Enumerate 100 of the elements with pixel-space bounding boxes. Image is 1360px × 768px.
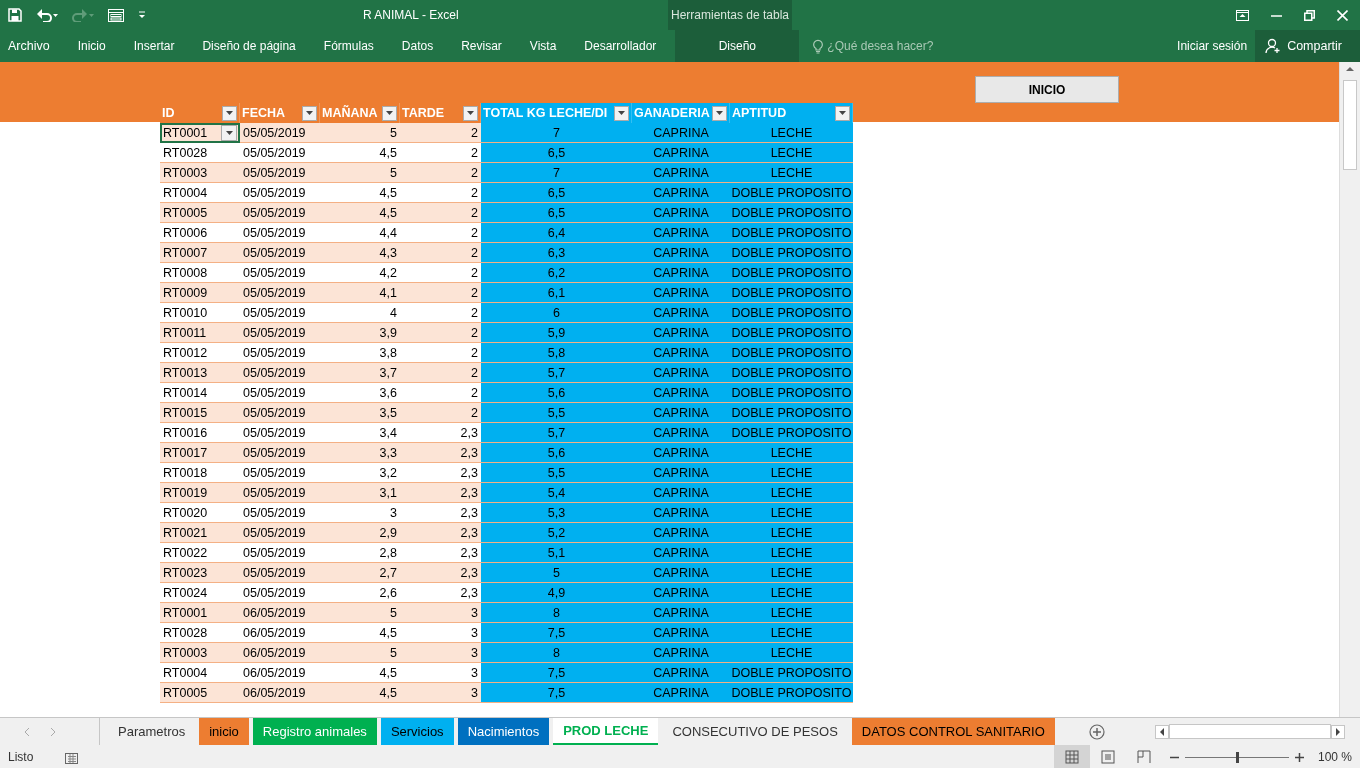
table-cell[interactable]: CAPRINA: [632, 463, 730, 483]
table-cell[interactable]: 5,7: [481, 423, 632, 443]
table-cell[interactable]: LECHE: [730, 543, 853, 563]
table-cell[interactable]: 05/05/2019: [240, 483, 320, 503]
table-cell[interactable]: CAPRINA: [632, 563, 730, 583]
table-cell[interactable]: LECHE: [730, 143, 853, 163]
horizontal-scrollbar[interactable]: [1168, 724, 1331, 739]
table-cell[interactable]: 5,6: [481, 443, 632, 463]
table-cell[interactable]: 05/05/2019: [240, 443, 320, 463]
table-cell[interactable]: 05/05/2019: [240, 403, 320, 423]
table-cell[interactable]: 6,1: [481, 283, 632, 303]
table-cell[interactable]: DOBLE PROPOSITO: [730, 363, 853, 383]
table-cell[interactable]: 3: [400, 683, 481, 703]
table-cell[interactable]: 5: [320, 643, 400, 663]
save-icon[interactable]: [8, 8, 22, 22]
table-cell[interactable]: 6,3: [481, 243, 632, 263]
table-cell[interactable]: RT0011: [160, 323, 240, 343]
table-cell[interactable]: 2,7: [320, 563, 400, 583]
customize-menu-icon[interactable]: [138, 11, 146, 19]
table-cell[interactable]: 3,1: [320, 483, 400, 503]
ribbon-tab[interactable]: Vista: [515, 30, 571, 62]
zoom-slider-thumb[interactable]: [1235, 751, 1239, 763]
form-icon[interactable]: [108, 8, 124, 22]
table-cell[interactable]: CAPRINA: [632, 323, 730, 343]
inicio-button[interactable]: INICIO: [975, 76, 1119, 103]
table-cell[interactable]: CAPRINA: [632, 383, 730, 403]
table-cell[interactable]: LECHE: [730, 583, 853, 603]
table-cell[interactable]: RT0013: [160, 363, 240, 383]
table-cell[interactable]: CAPRINA: [632, 243, 730, 263]
table-cell[interactable]: 6,5: [481, 203, 632, 223]
table-cell[interactable]: CAPRINA: [632, 143, 730, 163]
table-cell[interactable]: LECHE: [730, 163, 853, 183]
ribbon-tab[interactable]: Fórmulas: [309, 30, 388, 62]
sheet-tab[interactable]: Nacimientos: [457, 718, 550, 745]
table-cell[interactable]: DOBLE PROPOSITO: [730, 423, 853, 443]
sheet-tab[interactable]: Servicios: [380, 718, 454, 745]
table-cell[interactable]: CAPRINA: [632, 343, 730, 363]
table-cell[interactable]: RT0021: [160, 523, 240, 543]
table-cell[interactable]: CAPRINA: [632, 643, 730, 663]
table-cell[interactable]: 2: [400, 323, 481, 343]
table-cell[interactable]: 2,3: [400, 523, 481, 543]
filter-button[interactable]: [382, 105, 397, 121]
table-cell[interactable]: LECHE: [730, 503, 853, 523]
table-cell[interactable]: RT0003: [160, 643, 240, 663]
table-cell[interactable]: RT0015: [160, 403, 240, 423]
table-cell[interactable]: CAPRINA: [632, 223, 730, 243]
filter-button[interactable]: [712, 105, 727, 121]
table-cell[interactable]: 7: [481, 163, 632, 183]
table-cell[interactable]: 5: [320, 123, 400, 143]
table-cell[interactable]: 2: [400, 363, 481, 383]
table-cell[interactable]: DOBLE PROPOSITO: [730, 383, 853, 403]
table-cell[interactable]: 5,6: [481, 383, 632, 403]
table-cell[interactable]: 05/05/2019: [240, 163, 320, 183]
table-cell[interactable]: 3: [400, 643, 481, 663]
table-cell[interactable]: RT0001: [160, 603, 240, 623]
ribbon-tab[interactable]: Datos: [387, 30, 448, 62]
table-cell[interactable]: 2: [400, 203, 481, 223]
scroll-left-icon[interactable]: [1154, 724, 1169, 739]
table-cell[interactable]: RT0019: [160, 483, 240, 503]
table-cell[interactable]: 2,3: [400, 443, 481, 463]
table-cell[interactable]: CAPRINA: [632, 583, 730, 603]
table-cell[interactable]: CAPRINA: [632, 543, 730, 563]
table-cell[interactable]: 5,7: [481, 363, 632, 383]
table-cell[interactable]: CAPRINA: [632, 503, 730, 523]
sheet-tab[interactable]: inicio: [199, 718, 249, 745]
undo-icon[interactable]: [36, 8, 58, 22]
table-cell[interactable]: 05/05/2019: [240, 203, 320, 223]
table-cell[interactable]: DOBLE PROPOSITO: [730, 263, 853, 283]
table-cell[interactable]: 05/05/2019: [240, 523, 320, 543]
table-cell[interactable]: 5,5: [481, 403, 632, 423]
table-cell[interactable]: 5,9: [481, 323, 632, 343]
table-cell[interactable]: RT0017: [160, 443, 240, 463]
table-cell[interactable]: DOBLE PROPOSITO: [730, 403, 853, 423]
table-cell[interactable]: DOBLE PROPOSITO: [730, 283, 853, 303]
table-cell[interactable]: 06/05/2019: [240, 603, 320, 623]
table-cell[interactable]: 05/05/2019: [240, 563, 320, 583]
close-icon[interactable]: [1337, 9, 1348, 21]
table-cell[interactable]: RT0003: [160, 163, 240, 183]
table-cell[interactable]: LECHE: [730, 463, 853, 483]
ribbon-tab[interactable]: Insertar: [119, 30, 189, 62]
table-cell[interactable]: 5: [320, 603, 400, 623]
table-cell[interactable]: 2: [400, 243, 481, 263]
sheet-tab[interactable]: Parametros: [108, 718, 196, 745]
table-cell[interactable]: 05/05/2019: [240, 243, 320, 263]
zoom-level[interactable]: 100 %: [1317, 750, 1352, 764]
table-cell[interactable]: 2: [400, 403, 481, 423]
table-cell[interactable]: CAPRINA: [632, 183, 730, 203]
table-cell[interactable]: 5,1: [481, 543, 632, 563]
table-cell[interactable]: RT0005: [160, 683, 240, 703]
table-cell[interactable]: 3,7: [320, 363, 400, 383]
table-cell[interactable]: 4,3: [320, 243, 400, 263]
table-cell[interactable]: 4,1: [320, 283, 400, 303]
table-cell[interactable]: DOBLE PROPOSITO: [730, 323, 853, 343]
ribbon-tab[interactable]: Inicio: [63, 30, 120, 62]
table-cell[interactable]: CAPRINA: [632, 123, 730, 143]
table-cell[interactable]: 2,3: [400, 483, 481, 503]
table-cell[interactable]: DOBLE PROPOSITO: [730, 663, 853, 683]
filter-button[interactable]: [835, 105, 850, 121]
table-cell[interactable]: CAPRINA: [632, 443, 730, 463]
table-cell[interactable]: 5,3: [481, 503, 632, 523]
